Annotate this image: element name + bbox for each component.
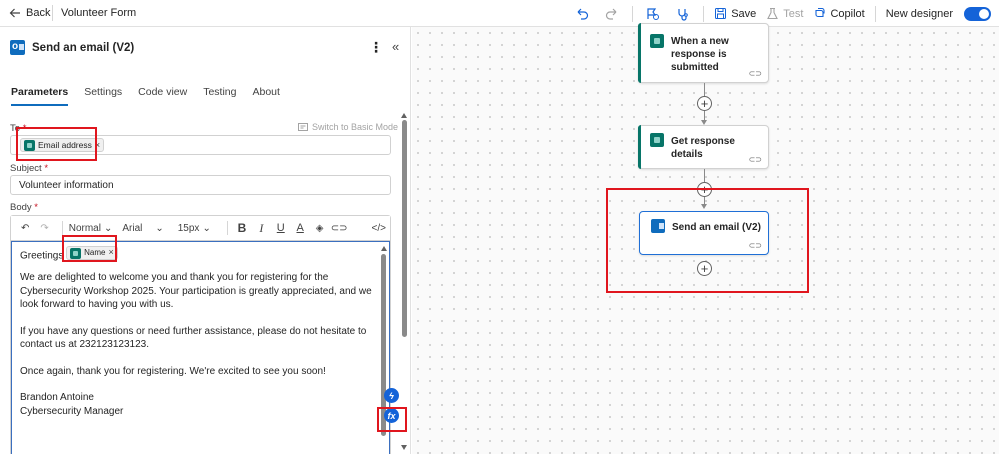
stethoscope-icon	[678, 8, 689, 21]
flow-title: Volunteer Form	[61, 7, 137, 19]
copilot-label: Copilot	[830, 7, 865, 20]
highlight-box	[62, 235, 117, 262]
body-paragraph: Brandon Antoine Cybersecurity Manager	[20, 392, 124, 417]
divider	[703, 5, 705, 22]
panel-title: Send an email (V2)	[32, 41, 135, 54]
divider	[61, 221, 63, 235]
node-accent	[638, 125, 641, 169]
test-button[interactable]: Test	[766, 7, 803, 20]
bold-icon[interactable]: B	[234, 219, 250, 237]
back-label: Back	[26, 7, 51, 19]
flow-checker-icon	[647, 7, 660, 20]
subject-field[interactable]: Volunteer information	[10, 175, 391, 195]
link-icon: ⊂⊃	[748, 155, 762, 164]
body-paragraph: If you have any questions or need furthe…	[20, 325, 367, 351]
trigger-node[interactable]: When a new response is submitted ⊂⊃	[638, 23, 769, 83]
font-color-icon[interactable]: A	[292, 219, 308, 237]
dynamic-content-icon[interactable]: ϟ	[384, 388, 399, 403]
divider	[52, 5, 53, 21]
redo-button[interactable]	[603, 5, 621, 23]
highlight-color-icon[interactable]: ◈	[311, 219, 327, 237]
body-paragraph: Once again, thank you for registering. W…	[20, 365, 326, 377]
body-label: Body *	[10, 202, 38, 213]
highlight-box	[377, 407, 407, 432]
block-format-select[interactable]: Normal ⌄	[69, 223, 113, 234]
forms-icon	[650, 133, 664, 147]
highlight-box	[16, 127, 97, 161]
scroll-up-icon[interactable]	[401, 113, 407, 118]
forms-icon	[650, 34, 664, 48]
redo-icon[interactable]: ↷	[36, 219, 52, 237]
tab-code-view[interactable]: Code view	[138, 86, 187, 106]
save-button[interactable]: Save	[714, 7, 756, 20]
tab-about[interactable]: About	[252, 86, 279, 106]
scroll-down-icon[interactable]	[401, 445, 407, 450]
panel-scrollbar[interactable]	[402, 120, 407, 337]
save-label: Save	[731, 7, 757, 20]
outlook-icon	[10, 40, 25, 55]
tab-settings[interactable]: Settings	[84, 86, 122, 106]
new-designer-label: New designer	[885, 7, 953, 20]
flask-icon	[767, 7, 779, 20]
switch-basic-mode-button[interactable]: Switch to Basic Mode	[298, 122, 398, 132]
copilot-icon	[815, 7, 826, 18]
back-button[interactable]: Back	[0, 7, 52, 19]
body-paragraph: We are delighted to welcome you and than…	[20, 272, 372, 310]
subject-value: Volunteer information	[19, 180, 114, 191]
font-family-select[interactable]: Arial ⌄	[122, 223, 163, 234]
test-label: Test	[783, 7, 804, 20]
node-accent	[638, 23, 641, 83]
tab-parameters[interactable]: Parameters	[11, 86, 69, 106]
divider	[226, 221, 228, 235]
connector	[704, 169, 705, 182]
code-view-icon[interactable]: </>	[371, 219, 387, 237]
greeting-text: Greetings	[20, 250, 64, 262]
flow-checker-button[interactable]	[644, 5, 662, 23]
save-icon	[715, 8, 727, 19]
highlight-box	[606, 188, 809, 293]
action-details-panel: Send an email (V2) ⋮ « Parameters Settin…	[0, 27, 411, 454]
undo-icon[interactable]: ↶	[17, 219, 33, 237]
add-step-button[interactable]: +	[697, 96, 712, 111]
font-size-select[interactable]: 15px ⌄	[178, 223, 211, 234]
scroll-up-icon[interactable]	[381, 246, 387, 251]
underline-icon[interactable]: U	[273, 219, 289, 237]
diagnostics-button[interactable]	[674, 5, 692, 23]
divider	[874, 5, 876, 22]
chevron-down-icon: ⌄	[103, 222, 113, 234]
body-content[interactable]: Greetings Name × We are delighted to welc…	[11, 241, 390, 454]
redo-icon	[606, 8, 617, 20]
new-designer-toggle[interactable]	[964, 6, 991, 21]
link-icon: ⊂⊃	[748, 69, 762, 78]
undo-icon	[577, 8, 589, 20]
chevron-down-icon: ⌄	[155, 222, 164, 234]
link-icon[interactable]: ⊂⊃	[331, 219, 348, 237]
divider	[632, 5, 634, 22]
subject-label: Subject *	[10, 163, 49, 174]
top-bar: Back Volunteer Form Save Test Copilot Ne…	[0, 0, 999, 27]
panel-tabs: Parameters Settings Code view Testing Ab…	[11, 86, 296, 106]
chevron-down-icon: ⌄	[202, 222, 211, 234]
flow-canvas[interactable]: When a new response is submitted ⊂⊃ + Ge…	[412, 23, 999, 454]
undo-button[interactable]	[573, 5, 591, 23]
tab-testing[interactable]: Testing	[203, 86, 236, 106]
collapse-panel-icon[interactable]: «	[392, 39, 399, 54]
switch-basic-label: Switch to Basic Mode	[312, 122, 399, 132]
arrow-left-icon	[9, 8, 20, 18]
get-response-node[interactable]: Get response details ⊂⊃	[638, 125, 769, 169]
switch-mode-icon	[298, 123, 308, 131]
copilot-button[interactable]: Copilot	[813, 7, 865, 20]
italic-icon[interactable]: I	[253, 219, 269, 237]
more-options-icon[interactable]: ⋮	[369, 39, 383, 56]
